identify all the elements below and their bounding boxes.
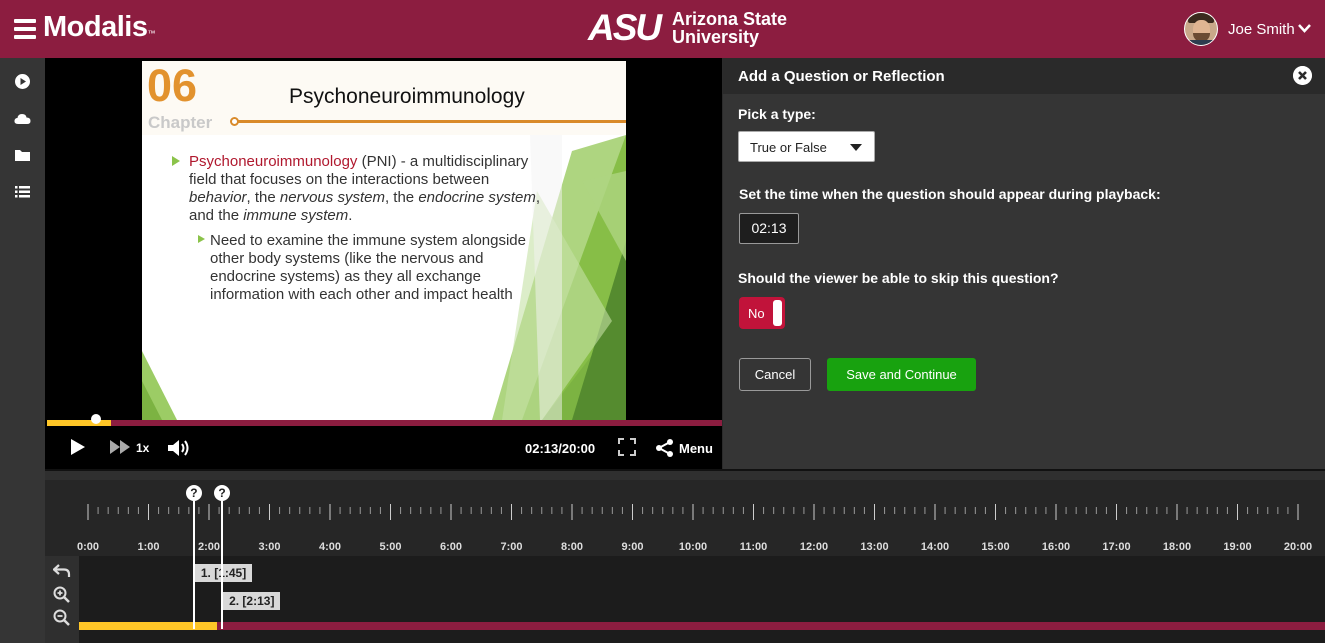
timeline-ruler[interactable]: 0:00 1:00 2:00 3:00 4:00 5:00 6:00 7:00 8:00 9:00… [45, 480, 1325, 556]
tick-label: 11:00 [739, 541, 768, 553]
zoom-in-icon[interactable] [53, 586, 71, 604]
tick-label: 13:00 [860, 541, 889, 553]
panel-header: Add a Question or Reflection [723, 58, 1325, 94]
tick-label: 3:00 [258, 541, 281, 553]
presentation-slide: 06 Chapter Psychoneuroimmunology Psychon… [142, 61, 626, 420]
save-and-continue-button[interactable]: Save and Continue [827, 358, 976, 391]
timeline-editor: 0:00 1:00 2:00 3:00 4:00 5:00 6:00 7:00 8:00 9:00… [45, 471, 1325, 643]
chevron-down-icon[interactable] [1298, 23, 1311, 33]
user-name[interactable]: Joe Smith [1228, 21, 1295, 38]
hamburger-menu-icon[interactable] [14, 19, 36, 39]
app-header: Modalis™ ASU Arizona State University Jo… [0, 0, 1325, 58]
tick-label: 20:00 [1283, 541, 1313, 553]
type-label: Pick a type: [738, 106, 816, 122]
time-label: Set the time when the question should ap… [739, 186, 1161, 202]
question-marker-icon[interactable]: ? [214, 485, 231, 501]
tick-label: 7:00 [500, 541, 523, 553]
tick-label: 4:00 [318, 541, 342, 553]
question-time-input[interactable]: 02:13 [739, 213, 799, 244]
brand-logo[interactable]: Modalis™ [43, 11, 155, 44]
question-marker-icon[interactable]: ? [185, 485, 202, 501]
slide-bullet-2: Need to examine the immune system alongs… [210, 232, 526, 303]
skip-label: Should the viewer be able to skip this q… [738, 270, 1059, 286]
volume-icon[interactable] [167, 438, 193, 458]
tick-label: 10:00 [678, 541, 708, 553]
undo-icon[interactable] [53, 562, 71, 580]
tick-label: 6:00 [439, 541, 463, 553]
list-icon[interactable] [14, 183, 31, 200]
share-icon[interactable] [655, 438, 675, 458]
slide-bullet-1: Psychoneuroimmunology (PNI) - a multidis… [189, 153, 541, 224]
university-name: Arizona State University [672, 9, 788, 47]
add-question-panel: Add a Question or Reflection Pick a type… [723, 58, 1325, 469]
tick-label: 12:00 [799, 541, 829, 553]
slide-title: Psychoneuroimmunology [289, 85, 525, 108]
tick-label: 19:00 [1223, 541, 1252, 553]
question-type-select[interactable]: True or False [738, 131, 875, 162]
tick-label: 14:00 [920, 541, 950, 553]
slide-chapter-label: Chapter [148, 113, 213, 132]
tick-label: 5:00 [379, 541, 402, 553]
skip-toggle[interactable]: No [739, 297, 785, 329]
sidebar [0, 58, 45, 643]
tick-label: 1:00 [137, 541, 160, 553]
tick-label: 17:00 [1102, 541, 1131, 553]
video-player[interactable]: 06 Chapter Psychoneuroimmunology Psychon… [45, 58, 722, 469]
panel-title: Add a Question or Reflection [738, 68, 945, 85]
close-icon[interactable] [1293, 66, 1312, 85]
question-tag[interactable]: 2. [2:13] [223, 592, 281, 610]
play-icon[interactable] [70, 438, 86, 456]
playback-speed[interactable]: 1x [136, 441, 149, 455]
fast-forward-icon[interactable] [109, 439, 133, 455]
cancel-button[interactable]: Cancel [739, 358, 811, 391]
zoom-out-icon[interactable] [53, 609, 71, 627]
tick-label: 0:00 [76, 541, 100, 553]
timeline-tools [45, 556, 79, 643]
timeline-progress[interactable] [79, 622, 1325, 630]
video-scrubber[interactable] [47, 414, 722, 426]
chevron-down-icon [850, 144, 862, 151]
avatar[interactable] [1184, 12, 1218, 46]
folder-icon[interactable] [14, 147, 31, 164]
tick-label: 8:00 [560, 541, 584, 553]
bullet-icon [172, 156, 180, 166]
tick-label: 15:00 [981, 541, 1010, 553]
play-circle-icon[interactable] [14, 73, 31, 90]
playback-time: 02:13/20:00 [525, 441, 596, 456]
question-tag[interactable]: 1. [1:45] [194, 564, 253, 582]
fullscreen-icon[interactable] [618, 438, 636, 456]
tick-label: 16:00 [1041, 541, 1071, 553]
tick-label: 9:00 [621, 541, 644, 553]
slide-chapter-number: 06 [147, 61, 198, 111]
player-menu-button[interactable]: Menu [679, 441, 713, 456]
tick-label: 18:00 [1162, 541, 1192, 553]
cloud-icon[interactable] [14, 110, 31, 127]
asu-logo-mark: ASU [588, 7, 662, 48]
scrubber-progress [47, 420, 112, 426]
bullet-icon [198, 235, 205, 243]
